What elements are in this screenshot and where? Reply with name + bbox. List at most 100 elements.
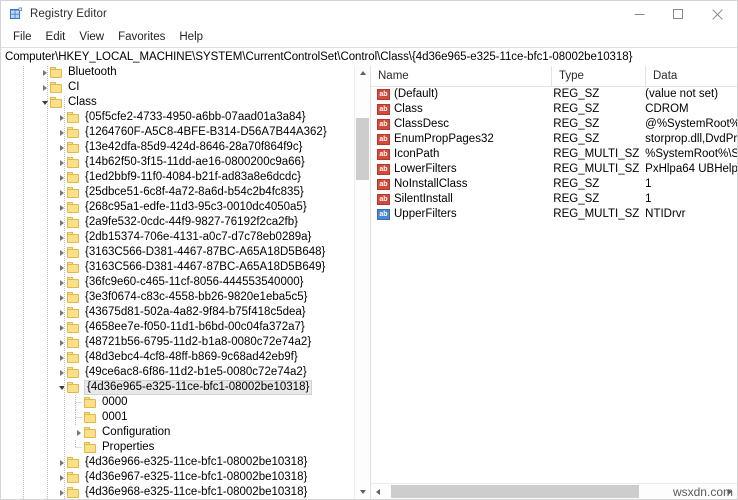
tree-node[interactable]: {4d36e966-e325-11ce-bfc1-08002be10318}	[1, 455, 349, 470]
menu-file[interactable]: File	[6, 30, 39, 45]
chevron-right-icon[interactable]	[73, 425, 84, 440]
chevron-right-icon[interactable]	[56, 305, 67, 320]
values-list[interactable]: ab(Default)REG_SZ(value not set)abClassR…	[371, 87, 737, 222]
chevron-right-icon[interactable]	[56, 455, 67, 470]
tree-node[interactable]: {4d36e967-e325-11ce-bfc1-08002be10318}	[1, 470, 349, 485]
scroll-down-arrow[interactable]	[355, 485, 370, 499]
tree-node[interactable]: {05f5cfe2-4733-4950-a6bb-07aad01a3a84}	[1, 110, 349, 125]
tree-node[interactable]: {25dbce51-6c8f-4a72-8a6d-b54c2b4fc835}	[1, 185, 349, 200]
tree-node-label: {4d36e968-e325-11ce-bfc1-08002be10318}	[84, 485, 310, 499]
tree-node[interactable]: {4658ee7e-f050-11d1-b6bd-00c04fa372a7}	[1, 320, 349, 335]
column-header-data[interactable]: Data	[646, 66, 737, 86]
value-icon-glyph: ab	[378, 209, 389, 220]
tree-node[interactable]: {1ed2bbf9-11f0-4084-b21f-ad83a8e6dcdc}	[1, 170, 349, 185]
tree-node[interactable]: {48721b56-6795-11d2-b1a8-0080c72e74a2}	[1, 335, 349, 350]
chevron-right-icon[interactable]	[56, 170, 67, 185]
menu-favorites[interactable]: Favorites	[111, 30, 172, 45]
value-data: (value not set)	[644, 87, 737, 102]
folder-icon	[84, 397, 97, 408]
tree-node[interactable]: Configuration	[1, 425, 349, 440]
chevron-right-icon[interactable]	[56, 320, 67, 335]
chevron-right-icon[interactable]	[56, 200, 67, 215]
tree-node[interactable]: {13e42dfa-85d9-424d-8646-28a70f864f9c}	[1, 140, 349, 155]
tree-node[interactable]: {3163C566-D381-4467-87BC-A65A18D5B648}	[1, 245, 349, 260]
chevron-right-icon[interactable]	[39, 80, 50, 95]
tree-node[interactable]: 0000	[1, 395, 349, 410]
tree-node[interactable]: {49ce6ac8-6f86-11d2-b1e5-0080c72e74a2}	[1, 365, 349, 380]
maximize-button[interactable]	[659, 1, 698, 27]
tree-node[interactable]: Properties	[1, 440, 349, 455]
chevron-right-icon[interactable]	[56, 140, 67, 155]
chevron-down-icon[interactable]	[56, 380, 67, 395]
chevron-right-icon[interactable]	[56, 485, 67, 499]
chevron-right-icon[interactable]	[56, 290, 67, 305]
string-value-icon: ab	[377, 134, 390, 145]
chevron-right-icon[interactable]	[56, 155, 67, 170]
tree-node[interactable]: {2db15374-706e-4131-a0c7-d7c78eb0289a}	[1, 230, 349, 245]
value-row[interactable]: abEnumPropPages32REG_SZstorprop.dll,DvdP…	[371, 132, 737, 147]
value-row[interactable]: abUpperFiltersREG_MULTI_SZNTIDrvr	[371, 207, 737, 222]
tree-node[interactable]: Bluetooth	[1, 66, 349, 80]
chevron-down-icon[interactable]	[39, 95, 50, 110]
value-row[interactable]: ab(Default)REG_SZ(value not set)	[371, 87, 737, 102]
tree-node[interactable]: {48d3ebc4-4cf8-48ff-b869-9c68ad42eb9f}	[1, 350, 349, 365]
chevron-right-icon[interactable]	[39, 66, 50, 80]
chevron-right-icon[interactable]	[56, 275, 67, 290]
tree-node[interactable]: {43675d81-502a-4a82-9f84-b75f418c5dea}	[1, 305, 349, 320]
chevron-right-icon[interactable]	[56, 335, 67, 350]
column-header-name[interactable]: Name	[371, 66, 552, 86]
minimize-button[interactable]	[620, 1, 659, 27]
tree-node[interactable]: {4d36e968-e325-11ce-bfc1-08002be10318}	[1, 485, 349, 499]
chevron-right-icon[interactable]	[56, 125, 67, 140]
tree-node[interactable]: {36fc9e60-c465-11cf-8056-444553540000}	[1, 275, 349, 290]
tree-node-label: {2db15374-706e-4131-a0c7-d7c78eb0289a}	[84, 230, 314, 245]
chevron-right-icon[interactable]	[56, 110, 67, 125]
value-row[interactable]: abSilentInstallREG_SZ1	[371, 192, 737, 207]
chevron-right-icon[interactable]	[56, 260, 67, 275]
chevron-right-icon[interactable]	[56, 350, 67, 365]
menu-edit[interactable]: Edit	[39, 30, 73, 45]
value-icon-glyph: ab	[378, 104, 389, 115]
scroll-up-arrow[interactable]	[355, 66, 370, 80]
chevron-right-icon[interactable]	[56, 365, 67, 380]
tree-node[interactable]: {268c95a1-edfe-11d3-95c3-0010dc4050a5}	[1, 200, 349, 215]
string-value-icon: ab	[377, 179, 390, 190]
tree-node[interactable]: 0001	[1, 410, 349, 425]
menu-view[interactable]: View	[72, 30, 111, 45]
value-row[interactable]: abClassDescREG_SZ@%SystemRoot%\S	[371, 117, 737, 132]
value-row[interactable]: abLowerFiltersREG_MULTI_SZPxHlpa64 UBHel…	[371, 162, 737, 177]
value-row[interactable]: abClassREG_SZCDROM	[371, 102, 737, 117]
registry-tree[interactable]: BluetoothCIClass{05f5cfe2-4733-4950-a6bb…	[1, 66, 349, 499]
tree-node-label: 0000	[101, 395, 131, 410]
chevron-right-icon[interactable]	[56, 470, 67, 485]
tree-vertical-scrollbar[interactable]	[354, 66, 369, 499]
address-bar[interactable]: Computer\HKEY_LOCAL_MACHINE\SYSTEM\Curre…	[1, 47, 737, 67]
chevron-right-icon[interactable]	[56, 185, 67, 200]
tree-node-label: {48d3ebc4-4cf8-48ff-b869-9c68ad42eb9f}	[84, 350, 301, 365]
close-button[interactable]	[698, 1, 737, 27]
tree-node-label: {3e3f0674-c83c-4558-bb26-9820e1eba5c5}	[84, 290, 311, 305]
tree-scroll-thumb[interactable]	[356, 118, 369, 180]
tree-node[interactable]: {3e3f0674-c83c-4558-bb26-9820e1eba5c5}	[1, 290, 349, 305]
tree-node[interactable]: {4d36e965-e325-11ce-bfc1-08002be10318}	[1, 380, 349, 395]
scroll-left-arrow[interactable]	[371, 484, 385, 499]
tree-node-label: {36fc9e60-c465-11cf-8056-444553540000}	[84, 275, 306, 290]
chevron-right-icon[interactable]	[56, 230, 67, 245]
column-header-type[interactable]: Type	[552, 66, 646, 86]
value-name: (Default)	[394, 87, 552, 102]
value-row[interactable]: abNoInstallClassREG_SZ1	[371, 177, 737, 192]
tree-node[interactable]: Class	[1, 95, 349, 110]
chevron-right-icon[interactable]	[56, 215, 67, 230]
tree-node[interactable]: CI	[1, 80, 349, 95]
values-scroll-thumb[interactable]	[391, 485, 639, 498]
value-row[interactable]: abIconPathREG_MULTI_SZ%SystemRoot%\Syst	[371, 147, 737, 162]
tree-node-label: CI	[67, 80, 83, 95]
chevron-right-icon[interactable]	[56, 245, 67, 260]
value-type: REG_MULTI_SZ	[552, 147, 644, 162]
tree-node[interactable]: {14b62f50-3f15-11dd-ae16-0800200c9a66}	[1, 155, 349, 170]
tree-node[interactable]: {1264760F-A5C8-4BFE-B314-D56A7B44A362}	[1, 125, 349, 140]
folder-icon	[67, 457, 80, 468]
menu-help[interactable]: Help	[172, 30, 210, 45]
tree-node[interactable]: {2a9fe532-0cdc-44f9-9827-76192f2ca2fb}	[1, 215, 349, 230]
tree-node[interactable]: {3163C566-D381-4467-87BC-A65A18D5B649}	[1, 260, 349, 275]
